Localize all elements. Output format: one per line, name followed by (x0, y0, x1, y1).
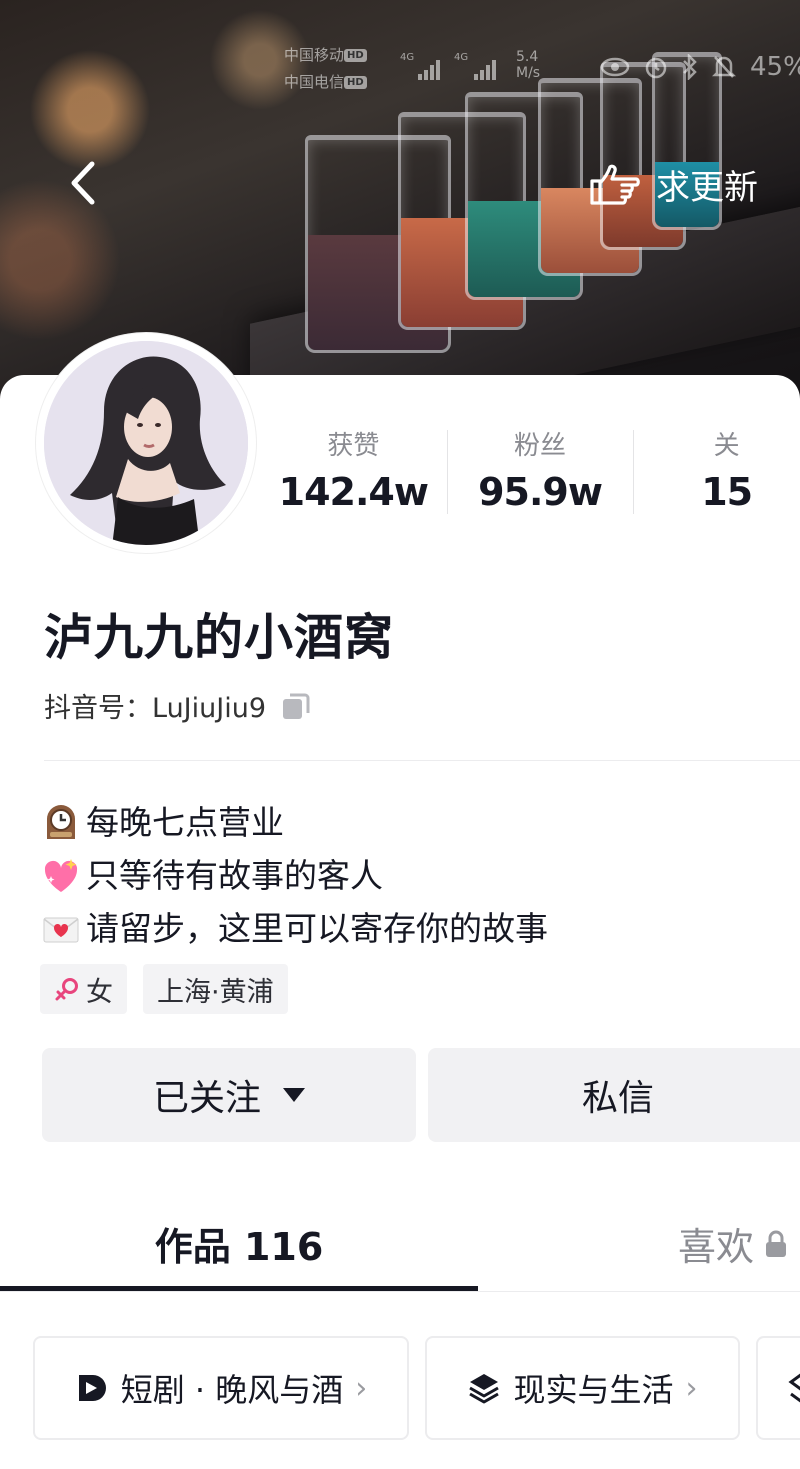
lock-icon (766, 1230, 787, 1257)
collection-label: 短剧 · 晚风与酒 (120, 1371, 344, 1409)
avatar[interactable] (36, 333, 256, 553)
battery-level: 45% (750, 52, 800, 82)
stat-followers[interactable]: 粉丝 95.9w (446, 428, 634, 520)
request-update-label: 求更新 (656, 168, 758, 208)
profile-tags: 女 上海·黄浦 (40, 964, 288, 1014)
location-label: 上海·黄浦 (157, 976, 274, 1008)
carrier-1-name: 中国移动 (284, 46, 345, 64)
chevron-right-icon: › (685, 1370, 698, 1406)
carrier-2-name: 中国电信 (284, 73, 345, 91)
stat-label: 获赞 (327, 431, 380, 461)
short-drama-icon (78, 1375, 106, 1401)
profile-name: 泸九九的小酒窝 (44, 609, 395, 666)
caret-down-icon (283, 1088, 305, 1102)
mute-bell-icon (712, 56, 736, 78)
collection-card[interactable] (756, 1336, 800, 1440)
collection-icon (788, 1373, 800, 1403)
alarm-icon (645, 57, 667, 79)
collection-label: 现实与生活 (513, 1371, 674, 1409)
eye-icon (600, 57, 630, 77)
divider (44, 760, 800, 761)
stat-value: 95.9w (478, 470, 603, 514)
chevron-right-icon: › (355, 1370, 368, 1406)
stat-value: 142.4w (278, 470, 429, 514)
stat-label: 粉丝 (514, 431, 567, 461)
female-symbol-icon (55, 978, 78, 1001)
speed-unit: M/s (516, 65, 541, 81)
request-update-button[interactable]: 求更新 (588, 160, 758, 209)
gender-tag: 女 (40, 964, 127, 1014)
bio-text: 只等待有故事的客人 (86, 856, 383, 895)
tab-works[interactable]: 作品 116 (0, 1216, 478, 1271)
bio-line: 每晚七点营业 (40, 796, 548, 849)
stat-label: 关 (713, 431, 740, 461)
followed-button[interactable]: 已关注 (42, 1048, 416, 1142)
tabs-divider (0, 1291, 800, 1292)
profile-photo (44, 341, 248, 545)
bio-line: 只等待有故事的客人 (40, 849, 548, 902)
love-letter-emoji-icon (40, 908, 82, 950)
avatar-photo (44, 341, 248, 545)
status-icons: 45% (600, 52, 800, 82)
network-type-1: 4G (400, 52, 415, 63)
bluetooth-icon (683, 54, 697, 80)
layers-icon (469, 1374, 500, 1404)
sparkling-heart-emoji-icon (40, 855, 82, 897)
tab-likes[interactable]: 喜欢 (678, 1216, 788, 1271)
stat-likes[interactable]: 获赞 142.4w (260, 428, 447, 520)
collection-card[interactable]: 短剧 · 晚风与酒 › (33, 1336, 409, 1440)
douyin-id-label: 抖音号： (44, 693, 152, 724)
bio-text: 请留步，这里可以寄存你的故事 (86, 909, 548, 948)
message-button[interactable]: 私信 (428, 1048, 800, 1142)
followed-label: 已关注 (152, 1078, 261, 1119)
douyin-id-row: 抖音号：LuJiuJiu9 (44, 686, 312, 725)
pointing-hand-icon (590, 164, 640, 205)
tab-likes-label: 喜欢 (678, 1225, 755, 1269)
bio-text: 每晚七点营业 (86, 803, 284, 842)
hd-badge: HD (344, 76, 367, 89)
profile-stats: 获赞 142.4w 粉丝 95.9w 关 15 (260, 428, 800, 520)
back-button[interactable] (64, 158, 104, 208)
collection-card[interactable]: 现实与生活 › (425, 1336, 740, 1440)
douyin-id-value: LuJiuJiu9 (152, 693, 267, 724)
location-tag: 上海·黄浦 (143, 964, 288, 1014)
network-type-2: 4G (454, 52, 469, 63)
signal-icon (474, 56, 496, 80)
hd-badge: HD (344, 49, 367, 62)
bio-line: 请留步，这里可以寄存你的故事 (40, 902, 548, 955)
chevron-left-icon (71, 161, 95, 205)
gender-label: 女 (86, 976, 113, 1008)
network-speed: 5.4 M/s (516, 46, 540, 84)
clock-emoji-icon (40, 802, 82, 844)
stat-value: 15 (701, 470, 753, 514)
carrier-info: 中国移动 HD 中国电信 HD (284, 42, 367, 96)
status-bar: 中国移动HD 中国电信HD 4G 4G 5.4 M/s 45% (284, 42, 800, 97)
signal-icon (418, 56, 440, 80)
copy-icon[interactable] (280, 690, 312, 722)
profile-tabs: 作品 116 喜欢 (0, 1190, 800, 1292)
message-label: 私信 (581, 1078, 654, 1119)
profile-bio: 每晚七点营业 只等待有故事的客人 请留步，这里可以寄存你的故事 (40, 796, 548, 955)
stat-following[interactable]: 关 15 (633, 428, 800, 520)
